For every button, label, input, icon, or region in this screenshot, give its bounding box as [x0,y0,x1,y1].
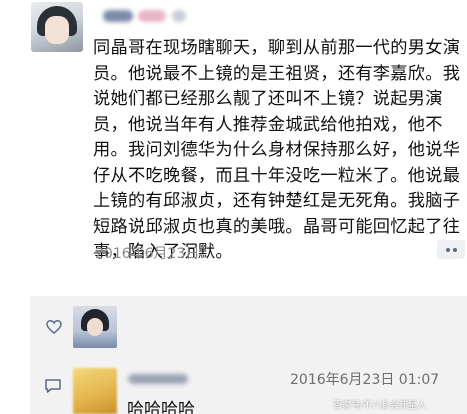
post-text: 同晶哥在现场瞎聊天，聊到从前那一代的男女演员。他说最不上镜的是王祖贤，还有李嘉欣… [93,38,461,262]
watermark: 百家号/不八卦会死星人 [333,401,427,411]
poster-name-blurred-2 [138,10,166,22]
divider [0,288,467,296]
poster-name-blurred[interactable] [103,10,133,22]
ellipsis-icon[interactable] [437,240,465,259]
commenter-name-blurred[interactable] [128,374,188,384]
liker-avatar[interactable] [73,306,117,348]
poster-name-blurred-3 [172,10,186,22]
avatar-face [87,318,103,336]
comment-text: 哈哈哈哈 [127,400,195,414]
dot [445,247,450,252]
poster-avatar[interactable] [31,2,83,52]
avatar-face [45,16,69,44]
commenter-avatar[interactable] [73,368,117,414]
comment-icon [45,379,61,393]
post-date: 2016年6月23日 [95,246,200,262]
comment-date: 2016年6月23日 01:07 [290,372,440,388]
dot [452,247,457,252]
heart-icon [46,320,62,334]
moments-post: 同晶哥在现场瞎聊天，聊到从前那一代的男女演员。他说最不上镜的是王祖贤，还有李嘉欣… [0,0,467,288]
